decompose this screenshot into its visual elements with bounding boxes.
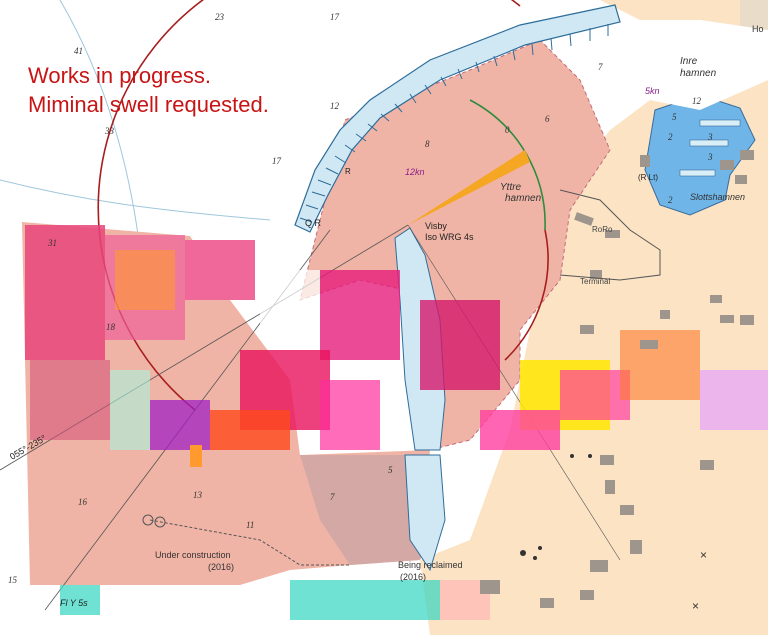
inner-harbour-label: hamnen [680, 68, 717, 79]
depth-sounding: 3 [707, 132, 713, 142]
fly-light-label: Fl Y 5s [60, 598, 88, 608]
works-notice-line-2: Miminal swell requested. [28, 92, 269, 117]
terminal-label: Terminal [580, 277, 610, 286]
roro-label: RoRo [592, 225, 613, 234]
depth-sounding: 0 [505, 125, 510, 135]
jetty [699, 119, 741, 127]
being-reclaimed-year: (2016) [400, 572, 426, 582]
depth-sounding: 2 [668, 132, 673, 142]
slottshamnen-label: Slottshamnen [690, 192, 745, 202]
depth-sounding: 3 [707, 152, 713, 162]
depth-sounding: 31 [47, 238, 57, 248]
inner-harbour-label: Inre [680, 56, 698, 67]
under-construction-label: Under construction [155, 550, 231, 560]
depth-sounding: 17 [272, 156, 282, 166]
depth-sounding: 17 [330, 12, 340, 22]
depth-sounding: 15 [8, 575, 18, 585]
depth-sounding: 23 [215, 12, 225, 22]
wreck-mark: × [692, 599, 699, 613]
outer-harbour-label: Yttre [500, 182, 522, 193]
depth-sounding: 16 [78, 497, 88, 507]
depth-sounding: 41 [74, 46, 83, 56]
depth-sounding: 13 [193, 490, 203, 500]
depth-sounding: 11 [246, 520, 254, 530]
jetty [679, 169, 716, 177]
being-reclaimed-label: Being reclaimed [398, 560, 463, 570]
speed-limit-outer: 12kn [405, 167, 425, 177]
works-notice-line-1: Works in progress. [28, 63, 211, 88]
wreck-mark: × [700, 548, 707, 562]
depth-sounding: 8 [425, 139, 430, 149]
depth-sounding: 7 [598, 62, 603, 72]
depth-sounding: 7 [330, 492, 335, 502]
depth-sounding: 12 [692, 96, 702, 106]
speed-limit-inner: 5kn [645, 86, 660, 96]
depth-sounding: 5 [388, 465, 393, 475]
r-lt-label: (R Lt) [638, 173, 658, 182]
top-right-label: Ho [752, 24, 764, 34]
depth-sounding: 2 [668, 195, 673, 205]
depth-sounding: 18 [106, 322, 116, 332]
visby-light-label: Visby [425, 221, 447, 231]
depth-sounding: 33 [104, 126, 115, 136]
r-light-label: R [345, 167, 351, 176]
depth-sounding: 5 [672, 112, 677, 122]
outer-harbour-label: hamnen [505, 193, 542, 204]
depth-sounding: 6 [545, 114, 550, 124]
visby-light-characteristic: Iso WRG 4s [425, 232, 474, 242]
qr-light-label: Q R [305, 218, 322, 228]
depth-sounding: 12 [330, 101, 340, 111]
under-construction-year: (2016) [208, 562, 234, 572]
